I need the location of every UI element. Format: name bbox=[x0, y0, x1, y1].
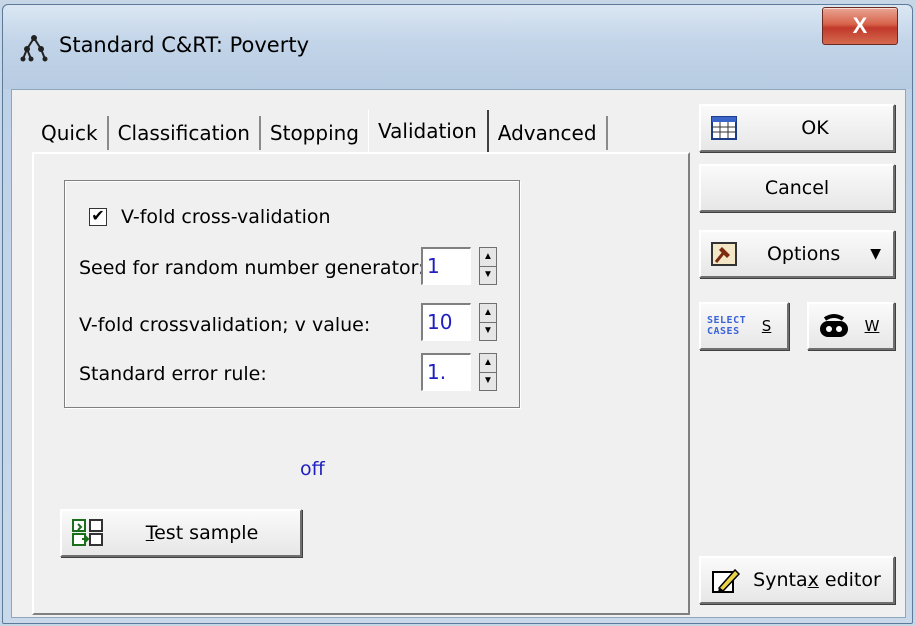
tab-strip: Quick Classification Stopping Validation… bbox=[32, 110, 608, 152]
seed-input[interactable]: 1 bbox=[421, 247, 471, 285]
dialog-window: Standard C&RT: Poverty X Quick Classific… bbox=[2, 4, 913, 624]
cancel-label: Cancel bbox=[764, 177, 830, 199]
options-button[interactable]: Options ▼ bbox=[699, 230, 895, 278]
spin-up-icon[interactable]: ▲ bbox=[480, 304, 496, 323]
syntax-editor-button[interactable]: Syntax editor bbox=[699, 556, 895, 604]
dialog-client: Quick Classification Stopping Validation… bbox=[11, 89, 906, 618]
test-sample-button[interactable]: Test sample bbox=[60, 509, 302, 557]
seed-spinner[interactable]: ▲ ▼ bbox=[479, 247, 497, 285]
validation-panel: ✔ V-fold cross-validation Seed for rando… bbox=[32, 152, 690, 615]
ok-button[interactable]: OK bbox=[699, 104, 895, 152]
syntax-editor-label: Syntax editor bbox=[753, 569, 881, 591]
spin-up-icon[interactable]: ▲ bbox=[480, 354, 496, 373]
spin-down-icon[interactable]: ▼ bbox=[480, 323, 496, 341]
seed-label: Seed for random number generator: bbox=[79, 257, 425, 279]
select-cases-button[interactable]: SELECT CASES S bbox=[699, 302, 789, 350]
close-button[interactable]: X bbox=[822, 7, 898, 45]
tab-advanced[interactable]: Advanced bbox=[489, 116, 608, 150]
tab-quick[interactable]: Quick bbox=[32, 116, 109, 150]
weights-shortcut: W bbox=[864, 317, 880, 335]
tab-validation[interactable]: Validation bbox=[368, 110, 489, 152]
options-label: Options bbox=[766, 243, 841, 265]
v-value-label: V-fold crossvalidation; v value: bbox=[79, 314, 371, 336]
checkmark-icon: ✔ bbox=[91, 208, 105, 225]
test-sample-status: off bbox=[300, 458, 325, 480]
se-rule-input[interactable]: 1. bbox=[421, 353, 471, 391]
tab-stopping[interactable]: Stopping bbox=[261, 116, 368, 150]
spreadsheet-icon bbox=[711, 116, 737, 140]
v-value-input[interactable]: 10 bbox=[421, 303, 471, 341]
spin-down-icon[interactable]: ▼ bbox=[480, 267, 496, 285]
close-icon: X bbox=[852, 13, 868, 38]
ok-label: OK bbox=[801, 117, 829, 139]
select-cases-icon: SELECT CASES bbox=[707, 315, 747, 337]
se-rule-spinner[interactable]: ▲ ▼ bbox=[479, 353, 497, 391]
spin-up-icon[interactable]: ▲ bbox=[480, 248, 496, 267]
weight-icon bbox=[820, 314, 848, 337]
options-icon bbox=[711, 242, 737, 266]
vfold-checkbox[interactable]: ✔ bbox=[89, 208, 107, 226]
cancel-button[interactable]: Cancel bbox=[699, 164, 895, 212]
se-rule-label: Standard error rule: bbox=[79, 363, 267, 385]
weights-button[interactable]: W bbox=[807, 302, 895, 350]
test-sample-label: Test sample bbox=[145, 522, 259, 544]
v-value-spinner[interactable]: ▲ ▼ bbox=[479, 303, 497, 341]
window-title: Standard C&RT: Poverty bbox=[59, 33, 309, 57]
vfold-checkbox-label: V-fold cross-validation bbox=[121, 206, 331, 228]
vfold-group: ✔ V-fold cross-validation Seed for rando… bbox=[64, 180, 520, 408]
title-bar[interactable]: Standard C&RT: Poverty X bbox=[3, 5, 912, 89]
test-sample-icon bbox=[72, 519, 103, 546]
vfold-checkbox-row[interactable]: ✔ V-fold cross-validation bbox=[89, 206, 331, 228]
tab-classification[interactable]: Classification bbox=[109, 116, 261, 150]
select-cases-shortcut: S bbox=[761, 317, 772, 335]
dropdown-arrow-icon: ▼ bbox=[870, 246, 881, 262]
syntax-editor-icon bbox=[712, 568, 741, 593]
tree-app-icon bbox=[20, 35, 48, 62]
spin-down-icon[interactable]: ▼ bbox=[480, 373, 496, 391]
